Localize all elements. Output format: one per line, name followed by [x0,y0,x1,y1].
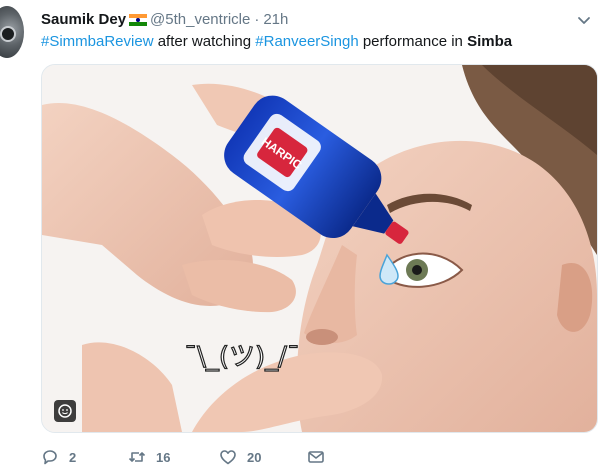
meme-illustration: HARPIC ¯\_(ツ)_/¯ [42,65,597,432]
like-count: 20 [247,449,262,465]
avatar-camera-lens [0,26,16,42]
hashtag-link[interactable]: #SimmbaReview [41,33,154,50]
india-flag-icon [129,13,148,26]
reply-icon [43,450,57,465]
gif-badge-icon [54,400,76,422]
tweet-header: Saumik Dey @5th_ventricle · 21h [41,11,288,28]
envelope-icon [308,451,324,463]
display-name[interactable]: Saumik Dey [41,11,126,28]
direct-message-button[interactable] [307,448,325,466]
shrug-emoticon: ¯\_(ツ)_/¯ [184,342,300,372]
retweet-count: 16 [156,449,171,465]
avatar[interactable] [0,6,24,58]
retweet-button[interactable]: 16 [128,448,170,466]
tweet-media-image[interactable]: HARPIC ¯\_(ツ)_/¯ [41,64,598,433]
tweet-text-bold: Simba [467,33,513,50]
tweet-text-segment: after watching [153,33,256,50]
retweet-icon [128,452,146,462]
tweet-text: #SimmbaReview after watching #RanveerSin… [41,33,512,50]
timestamp[interactable]: 21h [263,11,288,28]
reply-button[interactable]: 2 [41,448,76,466]
chevron-down-icon[interactable] [577,14,591,28]
like-button[interactable]: 20 [219,448,261,466]
tweet[interactable]: Saumik Dey @5th_ventricle · 21h #SimmbaR… [0,0,601,471]
tweet-text-segment: performance in [358,33,468,50]
heart-icon [220,450,236,465]
hashtag-link[interactable]: #RanveerSingh [255,33,358,50]
reply-count: 2 [69,449,77,465]
separator-dot: · [254,11,260,28]
user-handle[interactable]: @5th_ventricle [150,11,250,28]
